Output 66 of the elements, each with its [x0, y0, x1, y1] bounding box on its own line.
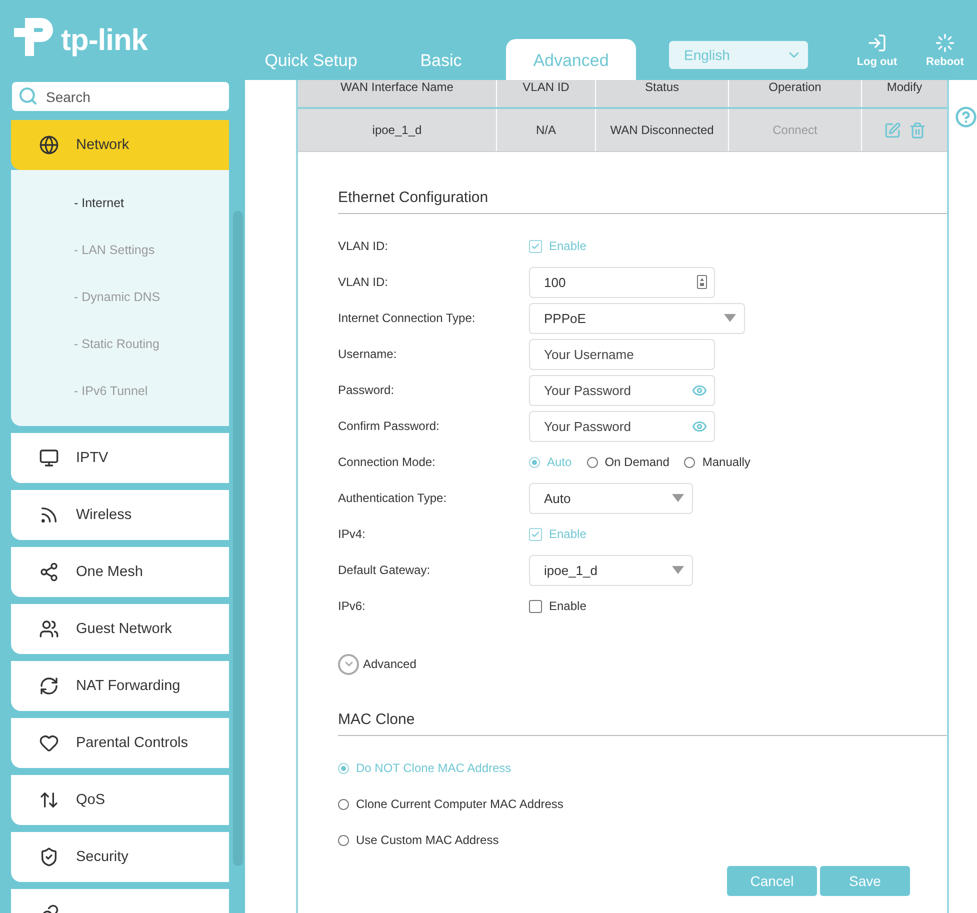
wifi-signal-icon — [39, 505, 59, 525]
nodes-icon — [39, 562, 59, 582]
dropdown-arrow-icon — [672, 494, 684, 502]
dropdown-select[interactable]: ipoe_1_d — [529, 554, 693, 586]
field-label: Connection Mode: — [338, 455, 436, 469]
sidebar-item[interactable]: Parental Controls — [11, 718, 229, 768]
eye-icon[interactable] — [692, 418, 707, 434]
table-cell: N/A — [497, 109, 596, 151]
table-cell: WAN Disconnected — [596, 109, 729, 151]
shield-icon — [39, 847, 59, 867]
loading-spinner-icon — [935, 33, 955, 53]
up-down-arrows-icon — [39, 790, 59, 810]
dropdown-select[interactable]: Auto — [529, 482, 693, 514]
field-label: Default Gateway: — [338, 563, 432, 577]
dropdown-arrow-icon — [672, 566, 684, 574]
field-label: VLAN ID: — [338, 275, 390, 289]
checkmark-icon — [531, 530, 540, 538]
logout-icon — [867, 33, 887, 53]
dropdown-select[interactable]: PPPoE — [529, 302, 745, 334]
password-field[interactable]: Your Password — [529, 410, 715, 442]
monitor-icon — [39, 448, 59, 468]
submenu-item[interactable]: - Internet — [11, 179, 229, 226]
sidebar-item[interactable]: Security — [11, 832, 229, 882]
username-field[interactable]: Your Username — [529, 338, 715, 370]
search-field[interactable]: Search — [12, 82, 229, 111]
trash-icon[interactable] — [908, 122, 926, 138]
field-label: Internet Connection Type: — [338, 311, 476, 325]
radio-option[interactable]: Manually — [684, 455, 750, 469]
password-field[interactable]: Your Password — [529, 374, 715, 406]
search-icon — [18, 86, 38, 106]
logo-text: tp-link — [61, 24, 148, 58]
field-label: Password: — [338, 383, 396, 397]
help-icon[interactable] — [955, 106, 977, 128]
field-label: IPv6: — [338, 599, 366, 613]
sidebar-item[interactable]: One Mesh — [11, 547, 229, 597]
radio-option[interactable]: Use Custom MAC Address — [338, 822, 932, 858]
expand-chevron-icon — [338, 654, 359, 674]
radio-option[interactable]: Clone Current Computer MAC Address — [338, 786, 932, 822]
sidebar-item[interactable]: Network — [11, 120, 229, 170]
field-label: Authentication Type: — [338, 491, 448, 505]
sidebar-item[interactable]: Wireless — [11, 490, 229, 540]
circular-arrows-icon — [39, 676, 59, 696]
edit-icon[interactable] — [884, 122, 900, 138]
eye-icon[interactable] — [692, 382, 707, 398]
dropdown-arrow-icon — [724, 314, 736, 322]
spinner-icon[interactable] — [697, 274, 707, 288]
heart-icon — [39, 733, 59, 753]
radio-option[interactable]: On Demand — [586, 455, 670, 469]
advanced-toggle[interactable]: Advanced — [338, 652, 947, 676]
globe-icon — [39, 135, 59, 155]
field-label: Confirm Password: — [338, 419, 440, 433]
column-header: Modify — [886, 80, 924, 96]
table-cell: ipoe_1_d — [298, 109, 497, 151]
section-title: Ethernet Configuration — [338, 189, 947, 214]
field-label: IPv4: — [338, 527, 366, 541]
enable-checkbox[interactable]: Enable — [529, 599, 586, 613]
vlan-id-field[interactable]: 100 — [529, 266, 715, 298]
field-label: Username: — [338, 347, 398, 361]
people-icon — [39, 619, 59, 639]
field-label: VLAN ID: — [338, 239, 390, 253]
sidebar-item[interactable]: IPTV — [11, 433, 229, 483]
section-title: MAC Clone — [338, 711, 947, 736]
sidebar-item[interactable]: NAT Forwarding — [11, 661, 229, 711]
sidebar-item[interactable]: Guest Network — [11, 604, 229, 654]
checkmark-icon — [531, 242, 540, 250]
sidebar-item[interactable]: QoS — [11, 775, 229, 825]
